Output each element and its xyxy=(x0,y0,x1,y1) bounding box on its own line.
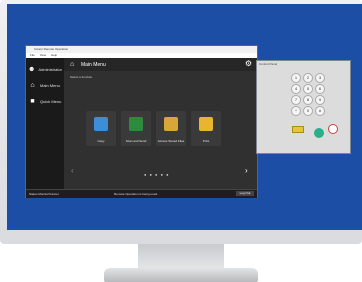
key-hash[interactable]: # xyxy=(315,106,325,116)
gear-icon[interactable]: ⚙ xyxy=(245,60,252,68)
sidebar-item-administrator[interactable]: ☻ Administrator xyxy=(28,62,62,76)
key-9[interactable]: 9 xyxy=(315,95,325,105)
control-panel-window: Control Panel 1 2 3 4 5 6 7 8 9 * 0 # xyxy=(256,60,351,154)
home-icon: ⌂ xyxy=(30,81,35,89)
key-8[interactable]: 8 xyxy=(303,95,313,105)
home-icon: ⌂ xyxy=(70,61,75,68)
status-bar: Status Monitor/Cancel Remote Operation i… xyxy=(26,189,257,198)
tile-label: Scan and Send xyxy=(125,138,147,143)
sidebar-item-label: Administrator xyxy=(38,66,62,72)
tile-access-stored-files[interactable]: Access Stored Files xyxy=(156,111,186,146)
copy-icon xyxy=(94,117,108,131)
start-button[interactable] xyxy=(314,128,324,138)
panel-title: Control Panel xyxy=(259,62,278,66)
tile-label: Print xyxy=(202,138,210,143)
tile-copy[interactable]: Copy xyxy=(86,111,116,146)
key-1[interactable]: 1 xyxy=(291,73,301,83)
stored-files-icon xyxy=(164,117,178,131)
key-7[interactable]: 7 xyxy=(291,95,301,105)
sidebar-item-main-menu[interactable]: ⌂ Main Menu xyxy=(28,78,62,92)
menu-view[interactable]: View xyxy=(40,53,46,57)
stop-button[interactable] xyxy=(328,124,338,134)
key-3[interactable]: 3 xyxy=(315,73,325,83)
page-title: Main Menu xyxy=(81,62,106,68)
main-menu-panel: ⌂ Main Menu ⚙ Select a function. Copy Sc… xyxy=(64,58,257,189)
tile-scan-and-send[interactable]: Scan and Send xyxy=(121,111,151,146)
sidebar-item-quick-menu[interactable]: ■ Quick Menu xyxy=(28,94,62,108)
sidebar-item-label: Quick Menu xyxy=(40,98,62,104)
sidebar: ☻ Administrator ⌂ Main Menu ■ Quick Menu xyxy=(26,58,64,189)
scan-send-icon xyxy=(129,117,143,131)
tile-label: Access Stored Files xyxy=(157,138,185,143)
user-icon: ☻ xyxy=(28,65,36,73)
menu-file[interactable]: File xyxy=(30,53,35,57)
logout-button[interactable]: Log Out xyxy=(236,191,254,196)
window-titlebar: Canon Remote Operation xyxy=(26,46,257,53)
status-message: Remote Operation is being used. xyxy=(114,192,158,196)
instruction-text: Select a function. xyxy=(70,75,94,79)
print-icon xyxy=(199,117,213,131)
previous-page-arrow-icon[interactable]: ‹ xyxy=(71,166,74,175)
quick-menu-icon: ■ xyxy=(30,97,35,105)
window-title: Canon Remote Operation xyxy=(34,47,69,51)
monitor-stand-neck xyxy=(138,244,224,270)
page-indicator: ● ● ● ● ● xyxy=(144,172,170,177)
remote-ui-window: Canon Remote Operation File View Help ☻ … xyxy=(25,45,258,198)
status-monitor-button[interactable]: Status Monitor/Cancel xyxy=(29,192,59,196)
numeric-keypad: 1 2 3 4 5 6 7 8 9 * 0 # xyxy=(291,73,327,127)
monitor-stand-base xyxy=(104,268,258,282)
tile-print[interactable]: Print xyxy=(191,111,221,146)
key-0[interactable]: 0 xyxy=(303,106,313,116)
next-page-arrow-icon[interactable]: › xyxy=(245,166,248,175)
key-5[interactable]: 5 xyxy=(303,84,313,94)
menu-help[interactable]: Help xyxy=(51,53,57,57)
key-4[interactable]: 4 xyxy=(291,84,301,94)
key-star[interactable]: * xyxy=(291,106,301,116)
clear-button[interactable] xyxy=(292,126,304,133)
key-2[interactable]: 2 xyxy=(303,73,313,83)
tile-label: Copy xyxy=(97,138,105,143)
key-6[interactable]: 6 xyxy=(315,84,325,94)
main-header: ⌂ Main Menu ⚙ xyxy=(64,58,257,71)
sidebar-item-label: Main Menu xyxy=(40,82,60,88)
